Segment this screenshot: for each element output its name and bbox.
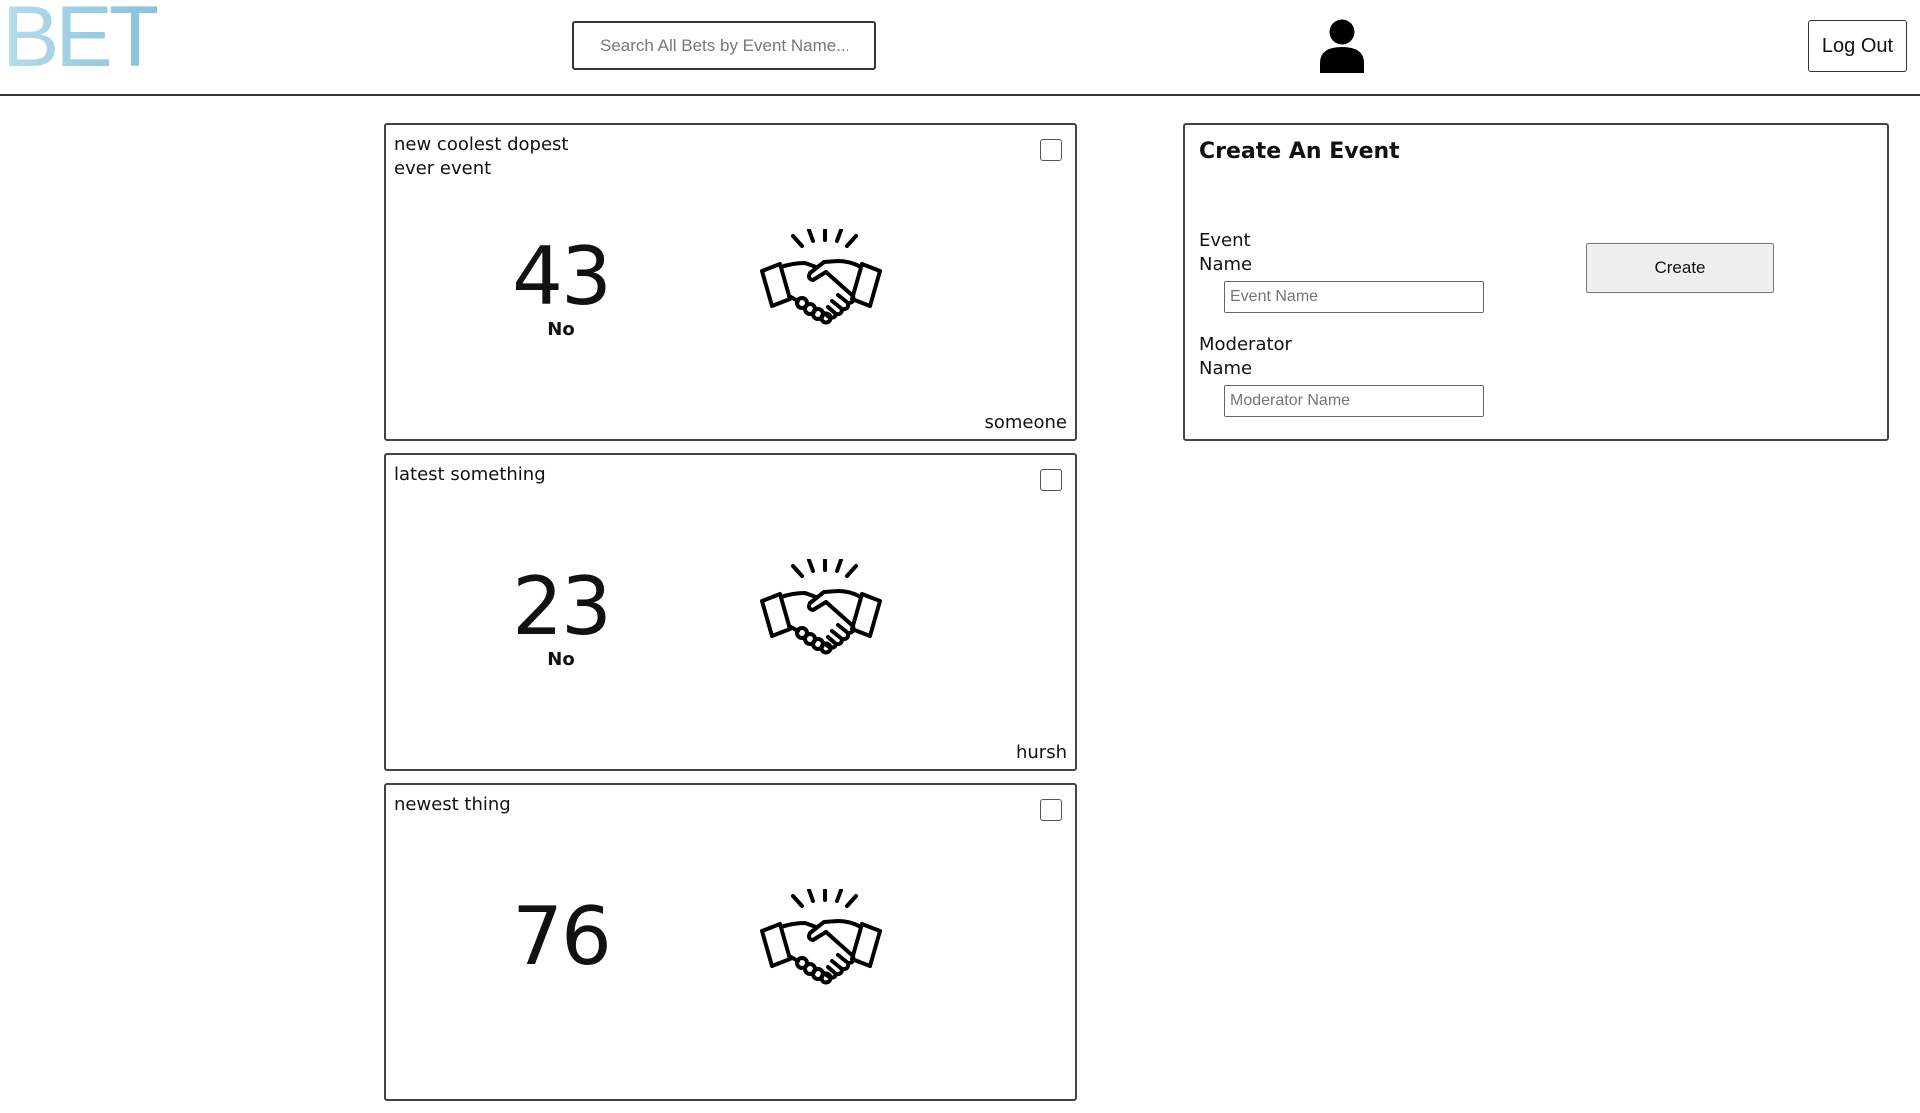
bet-title: newest thing	[394, 794, 511, 815]
bet-checkbox[interactable]	[1040, 799, 1062, 821]
handshake-icon[interactable]	[758, 229, 884, 329]
bet-answer: No	[547, 649, 575, 670]
bet-author: hursh	[1015, 742, 1067, 763]
bet-title: latest something	[394, 464, 546, 485]
moderator-name-input[interactable]	[1224, 385, 1484, 417]
bet-list: new coolest dopest ever event 43 No some…	[384, 123, 1077, 1113]
bet-card[interactable]: newest thing 76	[384, 783, 1077, 1101]
bet-answer: No	[547, 319, 575, 340]
handshake-icon[interactable]	[758, 889, 884, 989]
app-logo[interactable]: BET	[2, 0, 161, 80]
bet-author: someone	[984, 412, 1068, 433]
handshake-icon[interactable]	[758, 559, 884, 659]
bet-count: 76	[512, 890, 612, 983]
logout-button[interactable]: Log Out	[1808, 20, 1907, 72]
create-event-panel: Create An Event Event Name Moderator Nam…	[1183, 123, 1889, 441]
create-button[interactable]: Create	[1586, 243, 1774, 293]
event-name-label: Event Name	[1199, 230, 1253, 275]
search-input[interactable]	[572, 21, 876, 70]
top-bar: BET Log Out	[0, 0, 1920, 96]
bet-count: 23	[512, 560, 612, 653]
bet-checkbox[interactable]	[1040, 469, 1062, 491]
bet-count: 43	[512, 230, 612, 323]
moderator-name-label: Moderator Name	[1199, 334, 1292, 379]
bet-checkbox[interactable]	[1040, 139, 1062, 161]
event-name-input[interactable]	[1224, 281, 1484, 313]
create-event-title: Create An Event	[1199, 139, 1400, 164]
bet-card[interactable]: latest something 23 No hursh	[384, 453, 1077, 771]
bet-card[interactable]: new coolest dopest ever event 43 No some…	[384, 123, 1077, 441]
bet-title: new coolest dopest ever event	[394, 134, 569, 179]
user-icon[interactable]	[1319, 19, 1365, 73]
